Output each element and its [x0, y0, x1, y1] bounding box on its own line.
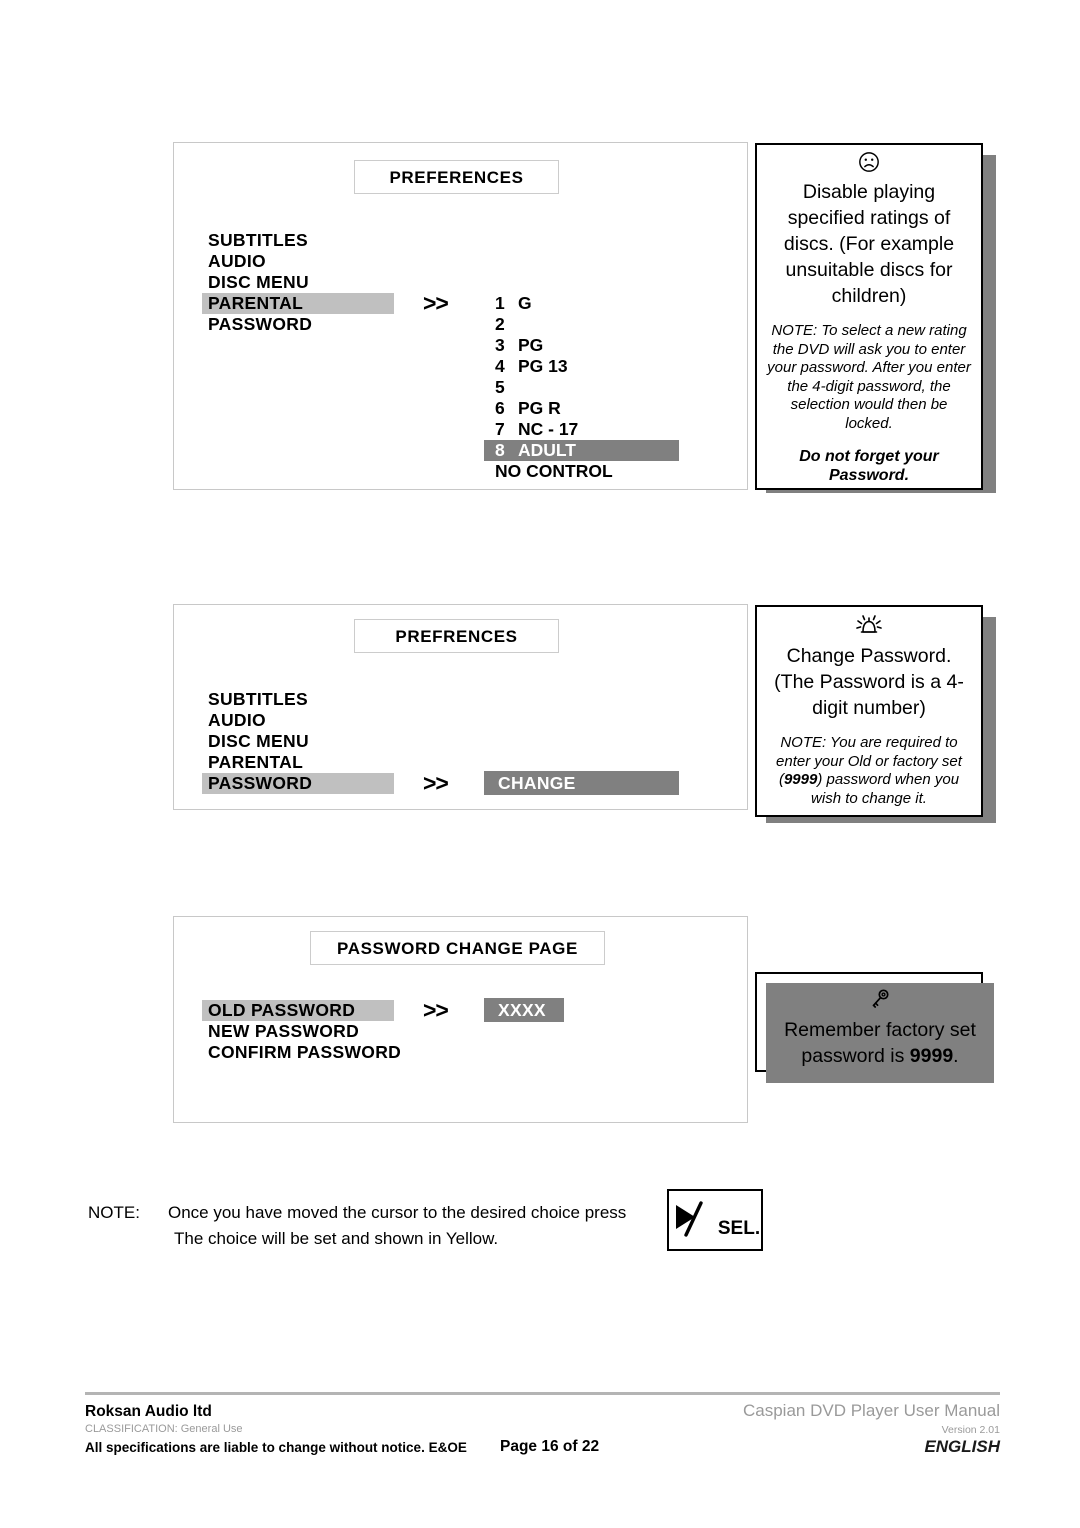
- callout-password: Change Password. (The Password is a 4-di…: [755, 605, 983, 817]
- rating-number: 6: [495, 398, 505, 418]
- bottom-note-text1: Once you have moved the cursor to the de…: [168, 1203, 627, 1222]
- menu-item-subtitles[interactable]: SUBTITLES: [202, 230, 394, 251]
- sel-button-label: SEL.: [717, 1218, 761, 1239]
- rating-row-selected[interactable]: 8 ADULT: [484, 440, 679, 461]
- callout-note-password: NOTE: You are required to enter your Old…: [765, 734, 973, 808]
- callout-factory-password: Remember factory set password is 9999.: [766, 983, 994, 1083]
- bottom-note-lead: NOTE:: [88, 1203, 140, 1222]
- footer-spec-note: All specifications are liable to change …: [85, 1440, 467, 1455]
- footer-page-number: Page 16 of 22: [500, 1438, 600, 1455]
- menu-list-password: SUBTITLES AUDIO DISC MENU PARENTAL PASSW…: [202, 689, 394, 794]
- callout-factory-text-post: .: [953, 1045, 959, 1067]
- bottom-note: NOTE: Once you have moved the cursor to t…: [88, 1200, 688, 1252]
- callout-factory-text: Remember factory set password is 9999.: [766, 1017, 994, 1069]
- menu-item-password[interactable]: PASSWORD: [202, 314, 394, 335]
- rating-number: 4: [495, 356, 505, 376]
- manual-page: PREFERENCES SUBTITLES AUDIO DISC MENU PA…: [0, 0, 1080, 1528]
- panel-title-parental: PREFERENCES: [354, 160, 559, 194]
- menu-item-password[interactable]: PASSWORD: [202, 773, 394, 794]
- play-select-icon: [670, 1199, 722, 1241]
- rating-label: PG R: [518, 398, 561, 418]
- menu-item-new-password[interactable]: NEW PASSWORD: [202, 1021, 394, 1042]
- callout-headline-parental: Disable playing specified ratings of dis…: [783, 181, 955, 307]
- rating-label: G: [518, 293, 532, 313]
- rating-number: 3: [495, 335, 505, 355]
- rating-number: 2: [495, 314, 505, 334]
- menu-item-disc-menu[interactable]: DISC MENU: [202, 731, 394, 752]
- alarm-bell-icon: [765, 613, 973, 642]
- rating-row[interactable]: 4 PG 13: [484, 356, 714, 377]
- rating-label: PG: [518, 335, 544, 355]
- arrow-indicator-password-change: >>: [423, 997, 449, 1023]
- menu-list-parental: SUBTITLES AUDIO DISC MENU PARENTAL PASSW…: [202, 230, 394, 335]
- menu-item-audio[interactable]: AUDIO: [202, 710, 394, 731]
- password-change-panel: PASSWORD CHANGE PAGE OLD PASSWORD NEW PA…: [173, 916, 748, 1123]
- footer-language: ENGLISH: [924, 1437, 1000, 1456]
- rating-number: 8: [495, 440, 505, 460]
- value-chip-change[interactable]: CHANGE: [484, 771, 679, 795]
- frowning-face-icon: [765, 151, 973, 178]
- rating-number: 7: [495, 419, 505, 439]
- panel-title-password: PREFRENCES: [354, 619, 559, 653]
- footer-version: Version 2.01: [941, 1424, 1000, 1436]
- password-panel: PREFRENCES SUBTITLES AUDIO DISC MENU PAR…: [173, 604, 748, 810]
- parental-panel: PREFERENCES SUBTITLES AUDIO DISC MENU PA…: [173, 142, 748, 490]
- rating-row[interactable]: 5: [484, 377, 714, 398]
- menu-item-subtitles[interactable]: SUBTITLES: [202, 689, 394, 710]
- callout-factory-value: 9999: [909, 1045, 954, 1067]
- rating-row-no-control[interactable]: NO CONTROL: [484, 461, 714, 482]
- menu-item-parental[interactable]: PARENTAL: [202, 293, 394, 314]
- menu-item-old-password[interactable]: OLD PASSWORD: [202, 1000, 394, 1021]
- rating-row[interactable]: 2: [484, 314, 714, 335]
- rating-row[interactable]: 1G: [484, 293, 714, 314]
- rating-label: PG 13: [518, 356, 568, 376]
- menu-list-password-change: OLD PASSWORD NEW PASSWORD CONFIRM PASSWO…: [202, 1000, 401, 1063]
- bottom-note-text2: The choice will be set and shown in Yell…: [174, 1229, 499, 1248]
- callout-note-parental: NOTE: To select a new rating the DVD wil…: [767, 322, 971, 432]
- rating-row[interactable]: 7 NC - 17: [484, 419, 714, 440]
- rating-row[interactable]: 3 PG: [484, 335, 714, 356]
- bottom-note-line1: NOTE: Once you have moved the cursor to t…: [88, 1200, 688, 1226]
- rating-number: 5: [495, 377, 505, 397]
- callout-warning-parental: Do not forget your Password.: [799, 448, 939, 484]
- bottom-note-line2: The choice will be set and shown in Yell…: [88, 1226, 688, 1252]
- menu-item-audio[interactable]: AUDIO: [202, 251, 394, 272]
- footer-classification: CLASSIFICATION: General Use: [85, 1423, 243, 1435]
- callout-note-password-post: ) password when you wish to change it.: [811, 771, 960, 807]
- rating-list: 1G 2 3 PG 4 PG 13 5 6 PG R 7 NC - 17 8 ADULT: [484, 293, 714, 482]
- footer-manual-title: Caspian DVD Player User Manual: [743, 1401, 1000, 1420]
- arrow-indicator-password: >>: [423, 770, 449, 796]
- menu-item-confirm-password[interactable]: CONFIRM PASSWORD: [202, 1042, 401, 1063]
- footer-divider: [85, 1392, 1000, 1395]
- key-icon: [766, 988, 994, 1017]
- sel-button[interactable]: SEL.: [667, 1189, 763, 1251]
- rating-label: NC - 17: [518, 419, 579, 439]
- panel-title-password-change: PASSWORD CHANGE PAGE: [310, 931, 605, 965]
- menu-item-disc-menu[interactable]: DISC MENU: [202, 272, 394, 293]
- rating-number: 1: [495, 293, 505, 313]
- footer-company: Roksan Audio ltd: [85, 1403, 212, 1420]
- callout-parental: Disable playing specified ratings of dis…: [755, 143, 983, 490]
- value-chip-old-password[interactable]: XXXX: [484, 998, 564, 1022]
- arrow-indicator-parental: >>: [423, 290, 449, 316]
- rating-label: ADULT: [518, 440, 576, 460]
- callout-headline-password: Change Password. (The Password is a 4-di…: [774, 645, 964, 719]
- rating-row[interactable]: 6 PG R: [484, 398, 714, 419]
- menu-item-parental[interactable]: PARENTAL: [202, 752, 394, 773]
- callout-note-password-value: 9999: [783, 771, 818, 788]
